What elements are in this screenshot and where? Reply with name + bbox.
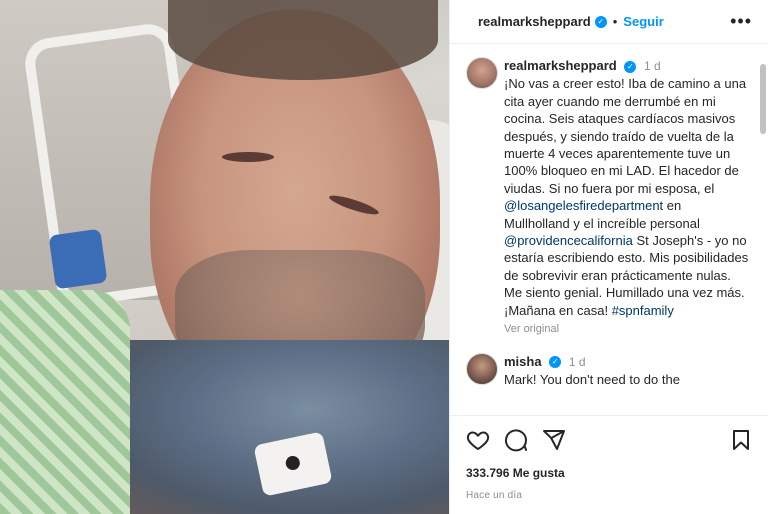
heart-icon[interactable]	[466, 428, 490, 452]
mention-providence[interactable]: @providencecalifornia	[504, 233, 633, 248]
avatar[interactable]	[466, 57, 498, 89]
comment-username[interactable]: misha	[504, 354, 542, 369]
comment-item: misha ✓ 1 d Mark! You don't need to do t…	[466, 352, 753, 389]
see-original-link[interactable]: Ver original	[504, 321, 749, 338]
follow-button[interactable]: Seguir	[623, 14, 663, 29]
comment-time: 1 d	[568, 354, 586, 369]
hospital-gown	[0, 290, 130, 514]
likes-count[interactable]: 333.796 Me gusta	[466, 466, 753, 480]
mention-lafd[interactable]: @losangelesfiredepartment	[504, 198, 663, 213]
action-icons	[466, 428, 753, 452]
scrollbar-thumb[interactable]	[760, 64, 766, 134]
verified-badge-icon: ✓	[549, 356, 562, 369]
comment-icon[interactable]	[504, 428, 528, 452]
caption: realmarksheppard ✓ 1 d ¡No vas a creer e…	[466, 57, 753, 339]
hair	[168, 0, 438, 80]
verified-badge-icon: ✓	[594, 15, 607, 28]
comment-text: Mark! You don't need to do the	[504, 371, 680, 387]
bookmark-icon[interactable]	[729, 428, 753, 452]
share-icon[interactable]	[542, 428, 566, 452]
hashtag-spnfamily[interactable]: #spnfamily	[612, 303, 674, 318]
verified-badge-icon: ✓	[624, 60, 637, 73]
post-photo[interactable]	[0, 0, 449, 514]
left-eye	[222, 152, 274, 162]
scrollbar[interactable]	[760, 60, 766, 400]
comment-body: misha ✓ 1 d Mark! You don't need to do t…	[504, 353, 749, 389]
header-username[interactable]: realmarksheppard	[478, 14, 591, 29]
post-header: realmarksheppard ✓ • Seguir •••	[450, 0, 768, 44]
avatar[interactable]	[466, 352, 498, 385]
more-options-icon[interactable]: •••	[730, 11, 752, 32]
caption-username[interactable]: realmarksheppard	[504, 58, 617, 73]
caption-body: realmarksheppard ✓ 1 d ¡No vas a creer e…	[504, 57, 749, 339]
action-bar: 333.796 Me gusta Hace un día	[450, 415, 768, 501]
caption-time: 1 d	[643, 59, 661, 73]
post-panel: realmarksheppard ✓ • Seguir ••• realmark…	[449, 0, 768, 514]
header-separator: •	[612, 14, 618, 29]
bed-control-panel	[48, 228, 108, 290]
comments-section[interactable]: realmarksheppard ✓ 1 d ¡No vas a creer e…	[450, 45, 768, 415]
caption-text-1: ¡No vas a creer esto! Iba de camino a un…	[504, 76, 747, 196]
post-timestamp: Hace un día	[466, 490, 523, 501]
